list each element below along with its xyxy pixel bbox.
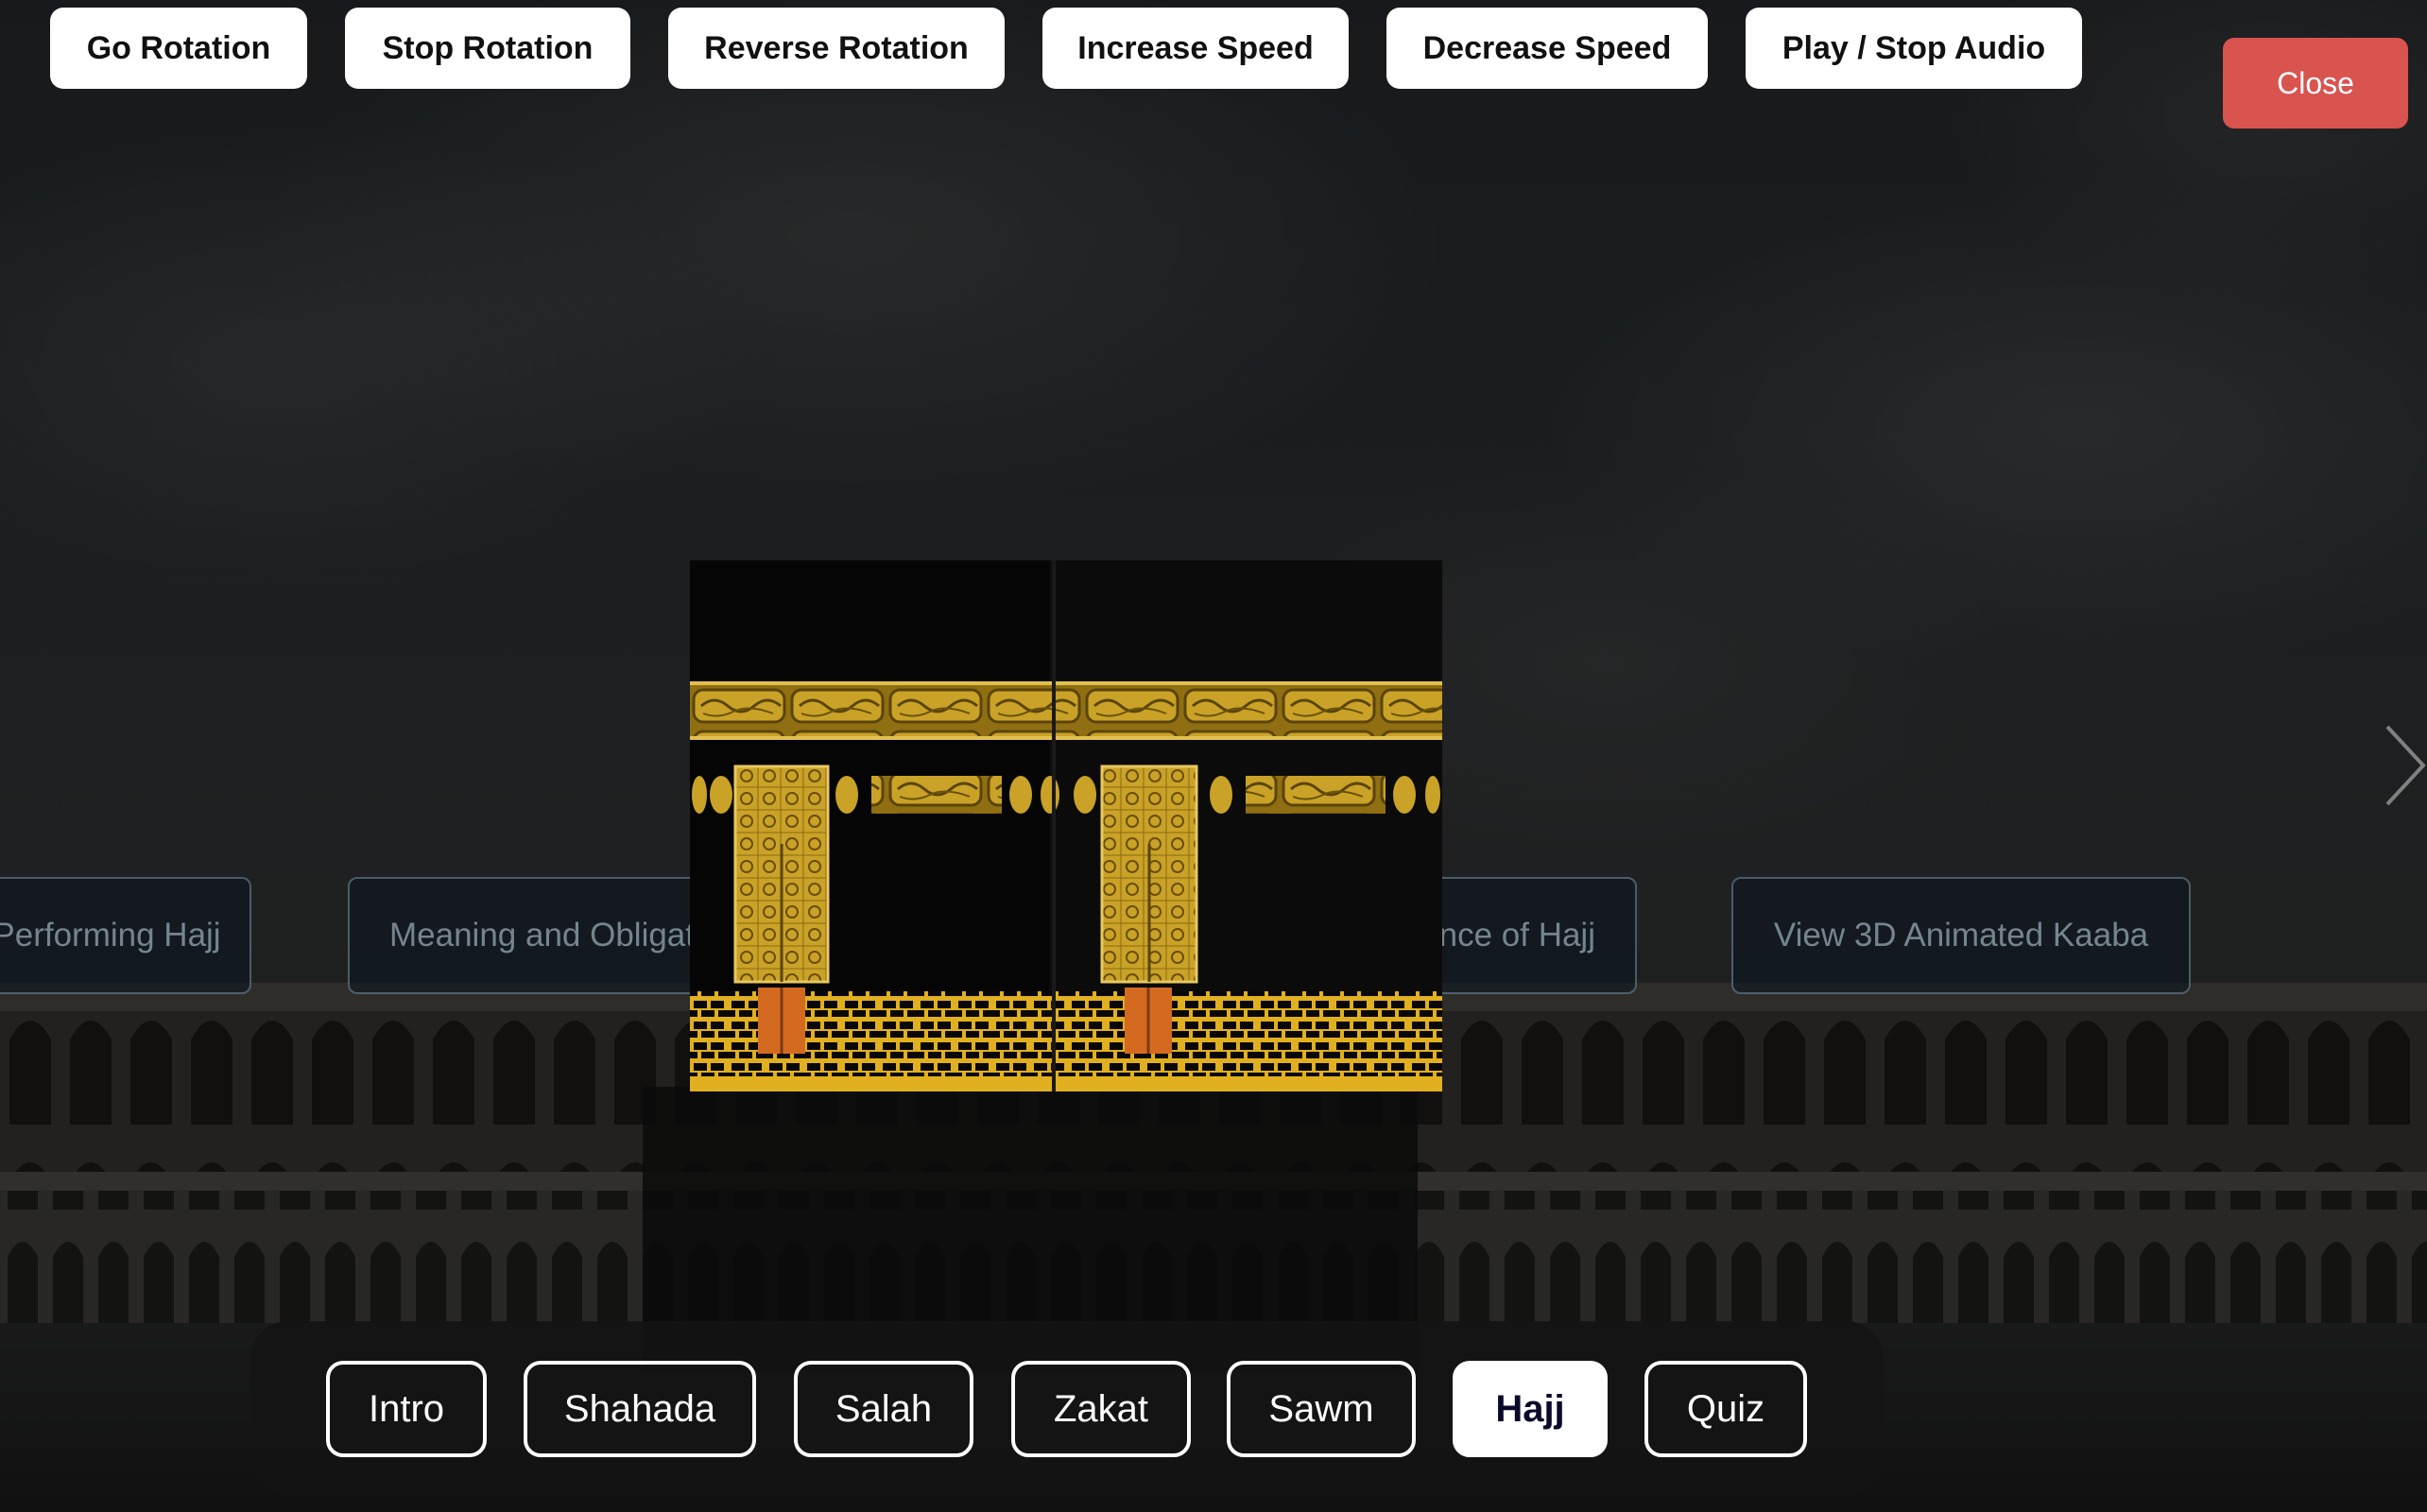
play-stop-audio-button[interactable]: Play / Stop Audio [1746,8,2082,89]
tab-sawm[interactable]: Sawm [1227,1361,1416,1457]
kaaba-3d-model[interactable] [690,560,1442,1091]
increase-speed-button[interactable]: Increase Speed [1042,8,1349,89]
carousel-card-label: Meaning and Obligation [389,917,739,954]
close-button[interactable]: Close [2223,38,2408,129]
tab-shahada[interactable]: Shahada [524,1361,756,1457]
tab-intro[interactable]: Intro [326,1361,487,1457]
tab-salah[interactable]: Salah [794,1361,973,1457]
tab-quiz[interactable]: Quiz [1644,1361,1807,1457]
chevron-right-icon[interactable] [2382,723,2427,808]
hajj-3d-kaaba-viewer: Performing Hajj Meaning and Obligation V… [0,0,2427,1512]
carousel-card-view-3d-kaaba[interactable]: View 3D Animated Kaaba [1731,877,2191,994]
carousel-card-performing-hajj[interactable]: Performing Hajj [0,877,251,994]
go-rotation-button[interactable]: Go Rotation [50,8,307,89]
stop-rotation-button[interactable]: Stop Rotation [345,8,630,89]
reverse-rotation-button[interactable]: Reverse Rotation [668,8,1005,89]
carousel-card-label: Performing Hajj [0,917,221,954]
carousel-card-label: View 3D Animated Kaaba [1773,917,2149,954]
tab-zakat[interactable]: Zakat [1011,1361,1191,1457]
tab-hajj[interactable]: Hajj [1453,1361,1608,1457]
decrease-speed-button[interactable]: Decrease Speed [1386,8,1708,89]
